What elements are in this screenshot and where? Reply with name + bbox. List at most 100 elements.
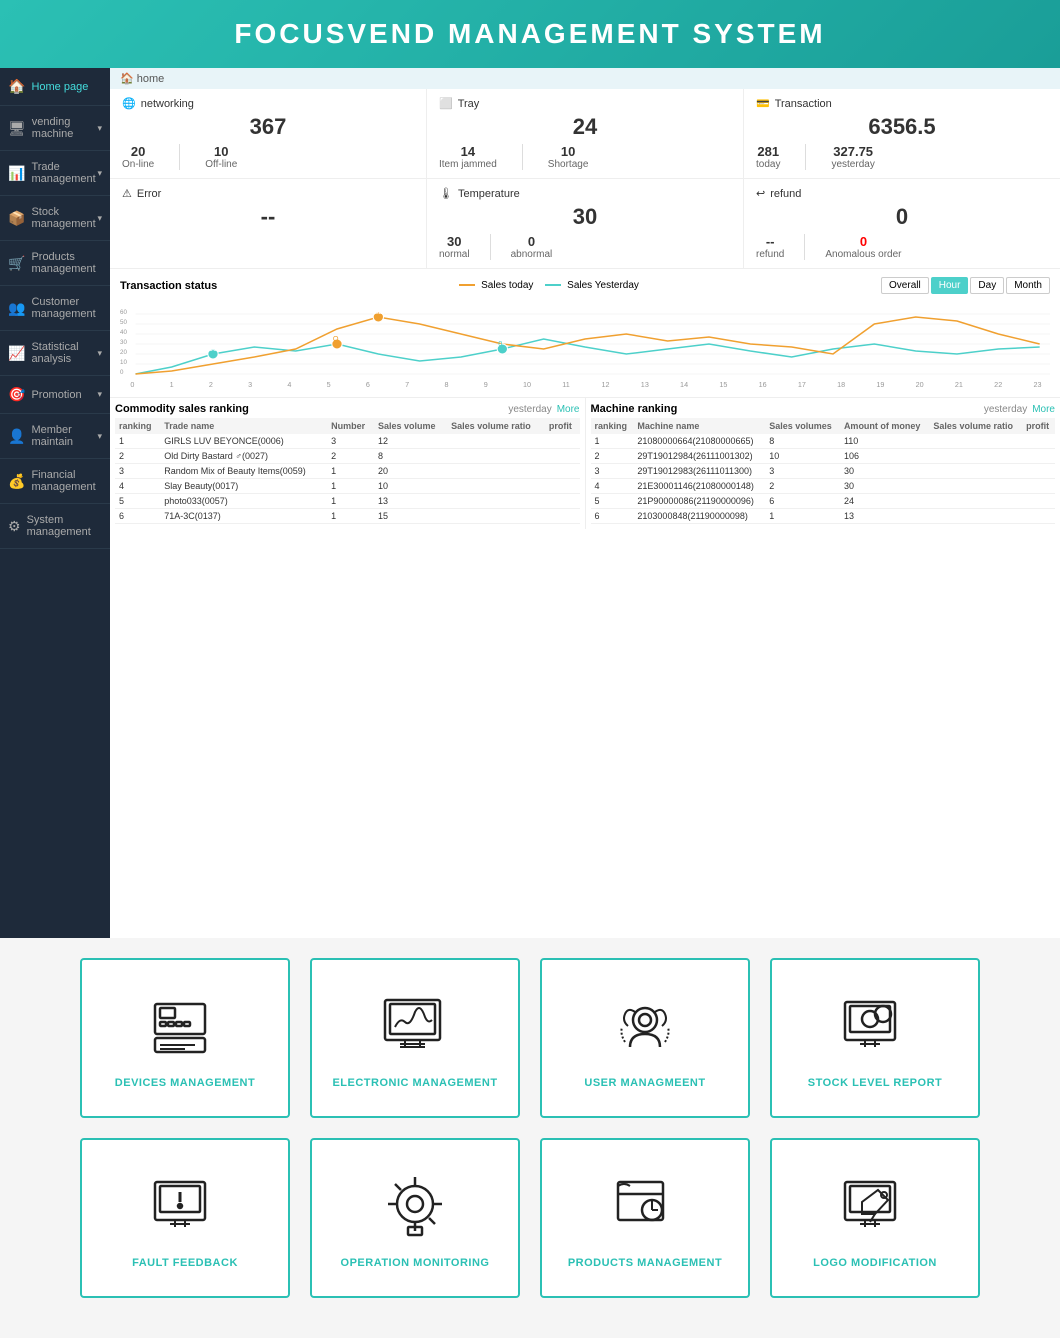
sidebar-item-stock[interactable]: 📦 Stock management ▾	[0, 196, 110, 241]
legend-today: Sales today	[459, 280, 533, 291]
table-row: 2Old Dirty Bastard ♂(0027)28	[115, 449, 580, 464]
svg-text:7: 7	[405, 381, 409, 389]
cards-section: DEVICES MANAGEMENT ELECTRONIC MANAGEMENT	[0, 938, 1060, 1338]
card-products[interactable]: PRODUCTS MANAGEMENT	[540, 1138, 750, 1298]
chart-btn-hour[interactable]: Hour	[931, 277, 969, 294]
table-row: 1GIRLS LUV BEYONCE(0006)312	[115, 434, 580, 449]
stat-transaction: 💳 Transaction 6356.5 281today 327.75yest…	[744, 89, 1060, 178]
sidebar-item-label: Products management	[31, 251, 102, 275]
stat-temperature: 🌡 Temperature 30 30normal 0abnormal	[427, 179, 744, 268]
sidebar-item-label: vending machine	[32, 116, 98, 140]
card-operation-label: OPERATION MONITORING	[341, 1257, 490, 1269]
sidebar: 🏠 Home page 🖥 vending machine ▾ 📊 Trade …	[0, 68, 110, 938]
svg-text:O: O	[333, 335, 339, 343]
svg-text:0: 0	[130, 381, 134, 389]
card-devices[interactable]: DEVICES MANAGEMENT	[80, 958, 290, 1118]
svg-text:12: 12	[602, 381, 610, 389]
svg-text:13: 13	[641, 381, 649, 389]
chevron-down-icon: ▾	[97, 168, 102, 179]
svg-text:30: 30	[120, 339, 128, 346]
col-number: Number	[327, 418, 374, 434]
sidebar-item-financial[interactable]: 💰 Financial management	[0, 459, 110, 504]
svg-text:5: 5	[327, 381, 331, 389]
sidebar-item-member[interactable]: 👤 Member maintain ▾	[0, 414, 110, 459]
col-amount-money: Amount of money	[840, 418, 929, 434]
svg-text:50: 50	[120, 319, 128, 326]
chart-title: Transaction status	[120, 280, 217, 292]
chart-btn-day[interactable]: Day	[970, 277, 1004, 294]
svg-text:2: 2	[209, 381, 213, 389]
page-header: FOCUSVEND MANAGEMENT SYSTEM	[0, 0, 1060, 68]
machine-more-link[interactable]: More	[1032, 404, 1055, 415]
card-operation[interactable]: OPERATION MONITORING	[310, 1138, 520, 1298]
sidebar-item-label: Trade management	[31, 161, 97, 185]
tray-icon: ⬜	[439, 97, 453, 110]
member-icon: 👤	[8, 428, 25, 445]
machine-table-header: Machine ranking yesterday More	[591, 403, 1056, 415]
table-row: 229T19012984(26111001302)10106	[591, 449, 1056, 464]
card-electronic[interactable]: ELECTRONIC MANAGEMENT	[310, 958, 520, 1118]
svg-text:0: 0	[120, 369, 124, 376]
svg-text:10: 10	[523, 381, 531, 389]
svg-text:17: 17	[798, 381, 806, 389]
commodity-table: ranking Trade name Number Sales volume S…	[115, 418, 580, 524]
svg-text:20: 20	[916, 381, 924, 389]
svg-text:6: 6	[366, 381, 370, 389]
sidebar-item-vending[interactable]: 🖥 vending machine ▾	[0, 106, 110, 151]
stats-row-1: 🌐 networking 367 20On-line 10Off-line ⬜ …	[110, 89, 1060, 179]
col-ranking: ranking	[591, 418, 634, 434]
card-logo[interactable]: LOGO MODIFICATION	[770, 1138, 980, 1298]
card-user[interactable]: USER MANAGMEENT	[540, 958, 750, 1118]
chevron-down-icon: ▾	[97, 123, 102, 134]
svg-text:20: 20	[120, 349, 128, 356]
statistical-icon: 📈	[8, 345, 25, 362]
sidebar-item-label: Member maintain	[31, 424, 97, 448]
sidebar-item-customer[interactable]: 👥 Customer management	[0, 286, 110, 331]
svg-text:4: 4	[287, 381, 291, 389]
card-stock[interactable]: STOCK LEVEL REPORT	[770, 958, 980, 1118]
svg-text:3: 3	[248, 381, 252, 389]
svg-text:1: 1	[170, 381, 174, 389]
financial-icon: 💰	[8, 473, 25, 490]
user-mgmt-icon	[605, 987, 685, 1067]
sidebar-item-products[interactable]: 🛒 Products management	[0, 241, 110, 286]
svg-text:36: 36	[209, 345, 217, 353]
devices-icon	[145, 987, 225, 1067]
chart-btn-overall[interactable]: Overall	[881, 277, 929, 294]
logo-icon	[835, 1167, 915, 1247]
transaction-icon: 💳	[756, 97, 770, 110]
card-user-label: USER MANAGMEENT	[584, 1077, 705, 1089]
refund-icon: ↩	[756, 187, 765, 200]
sidebar-item-system[interactable]: ⚙ System management	[0, 504, 110, 549]
stats-row-2: ⚠ Error -- 🌡 Temperature 30 30normal 0ab…	[110, 179, 1060, 269]
customer-icon: 👥	[8, 300, 25, 317]
sidebar-item-label: Statistical analysis	[31, 341, 97, 365]
svg-text:0: 0	[498, 340, 502, 348]
card-fault[interactable]: FAULT FEEDBACK	[80, 1138, 290, 1298]
card-electronic-label: ELECTRONIC MANAGEMENT	[332, 1077, 497, 1089]
sidebar-item-home[interactable]: 🏠 Home page	[0, 68, 110, 106]
col-sales-ratio: Sales volume ratio	[447, 418, 545, 434]
error-icon: ⚠	[122, 187, 132, 200]
svg-text:23: 23	[1033, 381, 1041, 389]
machine-table-section: Machine ranking yesterday More ranking M…	[586, 398, 1060, 529]
sidebar-item-statistical[interactable]: 📈 Statistical analysis ▾	[0, 331, 110, 376]
chart-svg: 0 1 2 3 4 5 6 7 8 9 10 11 12 13 14 15 16…	[120, 299, 1050, 389]
col-trade-name: Trade name	[160, 418, 327, 434]
legend-yesterday: Sales Yesterday	[545, 280, 639, 291]
card-fault-label: FAULT FEEDBACK	[132, 1257, 238, 1269]
svg-text:10: 10	[120, 359, 128, 366]
commodity-more-link[interactable]: More	[557, 404, 580, 415]
cards-row-2: FAULT FEEDBACK OPERATION MONITORING	[40, 1138, 1020, 1298]
sidebar-item-promotion[interactable]: 🎯 Promotion ▾	[0, 376, 110, 414]
products-mgmt-icon	[605, 1167, 685, 1247]
col-machine-name: Machine name	[633, 418, 765, 434]
commodity-table-title: Commodity sales ranking	[115, 403, 249, 415]
table-row: 4Slay Beauty(0017)110	[115, 479, 580, 494]
svg-text:15: 15	[719, 381, 727, 389]
sidebar-item-trade[interactable]: 📊 Trade management ▾	[0, 151, 110, 196]
card-stock-label: STOCK LEVEL REPORT	[808, 1077, 943, 1089]
chart-btn-month[interactable]: Month	[1006, 277, 1050, 294]
col-sales-ratio: Sales volume ratio	[929, 418, 1022, 434]
vending-icon: 🖥	[8, 120, 26, 137]
